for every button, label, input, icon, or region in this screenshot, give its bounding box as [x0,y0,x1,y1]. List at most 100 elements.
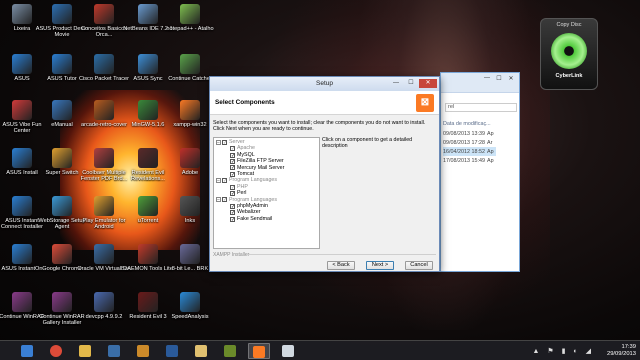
taskbar-item-media[interactable] [132,343,154,359]
desktop-icon[interactable]: notepad++ - Atalho [163,4,217,32]
app-icon [12,148,32,168]
checkbox[interactable]: ✓ [230,184,235,190]
collapse-icon[interactable]: − [216,197,221,203]
table-row[interactable]: 09/08/2013 13:39 Ap [443,129,496,138]
app-icon [12,100,32,120]
maximize-icon[interactable]: ☐ [493,75,505,83]
checkbox[interactable]: ✓ [230,158,235,164]
checkbox[interactable]: ✓ [230,210,235,216]
app-icon [12,196,32,216]
app-icon [52,100,72,120]
setup-titlebar[interactable]: Setup — ☐ ✕ [210,77,439,91]
collapse-icon[interactable]: − [216,178,221,184]
app-icon [138,148,158,168]
component-hint: Click on a component to get a detailed d… [322,137,413,149]
modified-date-cell: 09/08/2013 17:28 [443,139,485,146]
minimize-icon[interactable]: — [481,75,493,83]
taskbar-item-explorer-window[interactable] [277,343,299,359]
checkbox[interactable]: ✓ [230,216,235,222]
system-tray-icons[interactable]: ▲ ⚑ ▮ ◐ ◢ [533,347,594,355]
taskbar-item-chrome[interactable] [45,343,67,359]
column-header-modified[interactable]: Data de modificaç... [443,121,496,129]
type-cell: Ap [486,157,494,164]
desktop-icon[interactable]: SpeedAnalysis [163,292,217,320]
table-row[interactable]: 17/08/2013 15:49 Ap [443,156,496,165]
next-button[interactable]: Next > [366,261,394,270]
taskbar-item-folder[interactable] [74,343,96,359]
collapse-icon[interactable]: − [216,139,221,145]
app-icon [94,54,114,74]
app-icon [52,4,72,24]
disc-icon[interactable] [551,33,587,69]
taskbar-item-game[interactable] [219,343,241,359]
clock[interactable]: 17:39 29/09/2013 [607,344,636,358]
app-icon [94,292,114,312]
modified-date-cell: 16/04/2012 18:52 [443,147,487,156]
app-icon [12,244,32,264]
app-icon [138,196,158,216]
gadget-title: Copy Disc [556,22,582,28]
taskbar-item-xampp[interactable] [248,343,270,359]
close-icon[interactable]: ✕ [419,79,437,88]
minimize-icon[interactable]: — [389,79,403,88]
cancel-button[interactable]: Cancel [405,261,433,270]
checkbox[interactable]: ✓ [230,203,235,209]
setup-dialog[interactable]: Setup — ☐ ✕ Select Components ⊠ Select t… [209,76,440,272]
app-icon [180,148,200,168]
component-label: Fake Sendmail [237,215,273,222]
desktop-icon-label: notepad++ - Atalho [166,26,214,32]
copy-disc-gadget[interactable]: Copy Disc CyberLink [540,18,598,90]
app-icon [52,148,72,168]
app-icon [52,244,72,264]
app-icon [138,292,158,312]
checkbox[interactable]: ✓ [230,165,235,171]
virtualbox-icon [108,345,120,357]
type-cell: Ap [486,130,494,137]
app-icon [180,196,200,216]
component-tree[interactable]: − ✓ Server ✓ Apache ✓ MySQL ✓ FileZilla FTP Serv… [213,137,320,249]
installer-label: XAMPP Installer [213,252,250,258]
word-icon [166,345,178,357]
explorer-file-table: Data de modificaç... 09/08/2013 13:39 Ap 0… [443,121,496,165]
checkbox[interactable]: ✓ [222,178,227,184]
footer-divider [246,254,436,255]
taskbar-item-notes[interactable] [190,343,212,359]
app-icon [180,244,200,264]
setup-description: Select the components you want to instal… [213,120,426,133]
taskbar-item-word[interactable] [161,343,183,359]
explorer-window-icon [282,345,294,357]
setup-header: Select Components ⊠ [210,91,439,115]
folder-icon [79,345,91,357]
table-row[interactable]: 16/04/2012 18:52 Ap [443,147,496,156]
app-icon [12,54,32,74]
table-row[interactable]: 09/08/2013 17:28 Ar [443,138,496,147]
explorer-search-field[interactable]: rel [445,103,517,112]
taskbar-item-virtualbox[interactable] [103,343,125,359]
explorer-titlebar[interactable]: — ☐ ✕ [441,73,519,93]
checkbox[interactable]: ✓ [230,190,235,196]
file-explorer-icon [21,345,33,357]
explorer-window[interactable]: — ☐ ✕ rel Data de modificaç... 09/08/201… [440,72,520,272]
modified-date-cell: 09/08/2013 13:39 [443,130,485,137]
taskbar-item-file-explorer[interactable] [16,343,38,359]
component-item[interactable]: ✓ Fake Sendmail [216,216,317,222]
checkbox[interactable]: ✓ [230,171,235,177]
app-icon [180,54,200,74]
type-cell: Ar [486,139,493,146]
checkbox[interactable]: ✓ [222,139,227,145]
clock-date: 29/09/2013 [606,351,636,357]
app-icon [94,196,114,216]
start-button[interactable] [0,343,14,359]
app-icon [94,4,114,24]
checkbox[interactable]: ✓ [230,152,235,158]
back-button[interactable]: < Back [327,261,355,270]
close-icon[interactable]: ✕ [505,75,517,83]
app-icon [138,244,158,264]
app-icon [180,4,200,24]
app-icon [94,100,114,120]
checkbox[interactable]: ✓ [222,197,227,203]
taskbar: ▲ ⚑ ▮ ◐ ◢ 17:39 29/09/2013 [0,340,640,360]
type-cell: Ap [486,147,496,156]
checkbox[interactable]: ✓ [230,146,235,152]
maximize-icon[interactable]: ☐ [404,79,418,88]
